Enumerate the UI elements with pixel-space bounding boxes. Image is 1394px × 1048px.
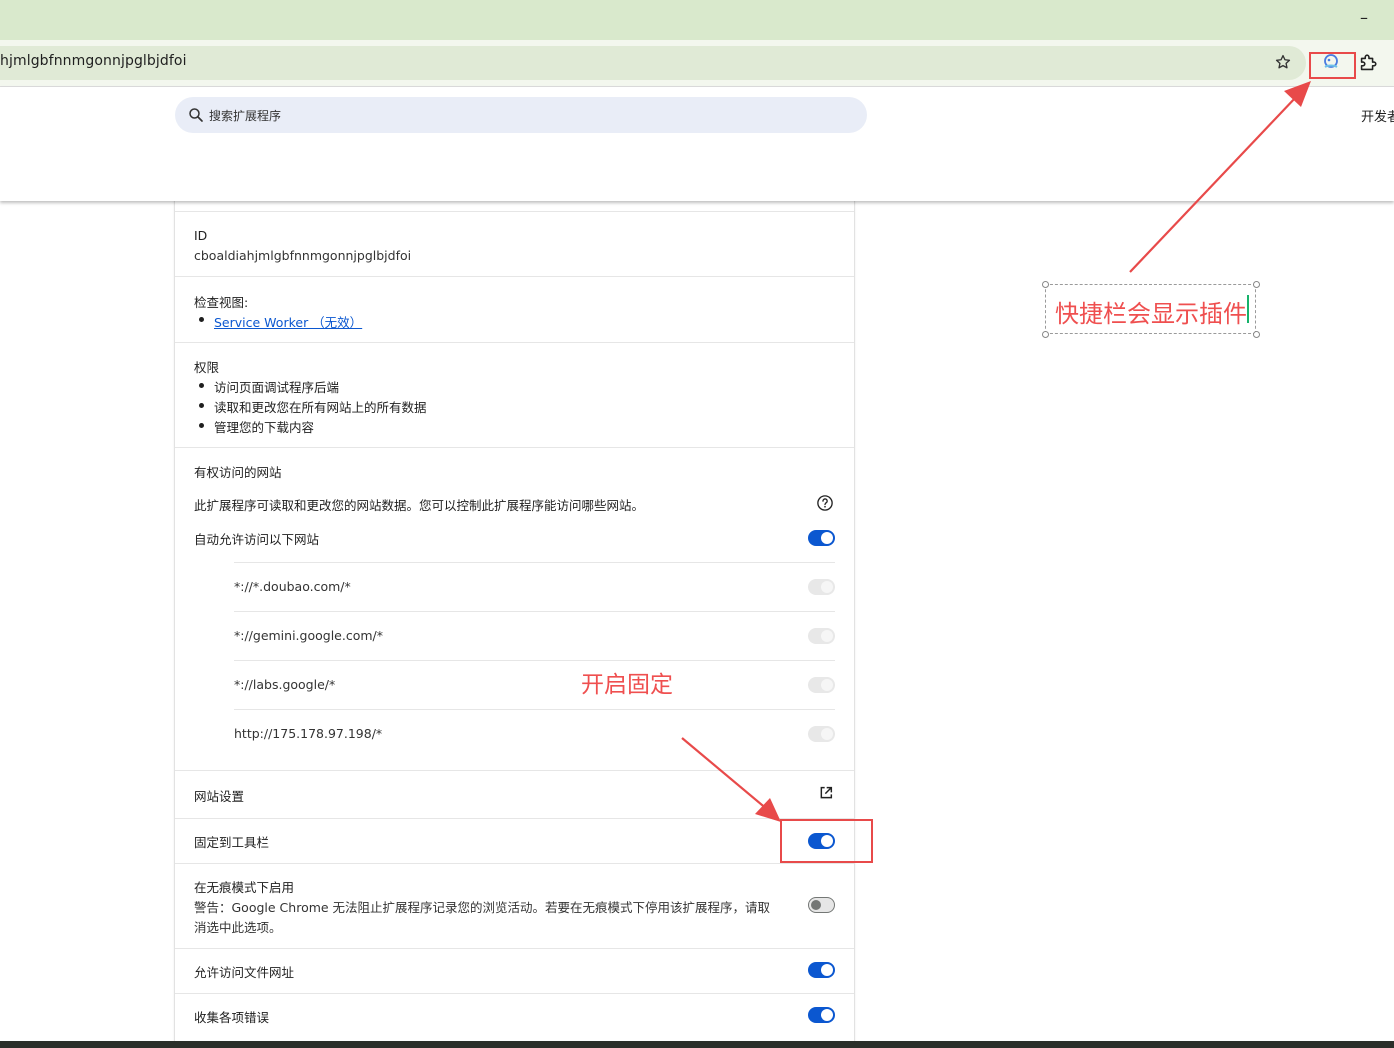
permissions-label: 权限: [194, 360, 220, 375]
site-entry: *://labs.google/*: [234, 677, 336, 692]
incognito-label: 在无痕模式下启用: [194, 880, 295, 895]
text-caret: [1247, 295, 1249, 323]
site-toggle: [808, 628, 835, 644]
incognito-toggle[interactable]: [808, 897, 835, 913]
inspect-views-label: 检查视图:: [194, 295, 249, 310]
site-entry: *://gemini.google.com/*: [234, 628, 383, 643]
incognito-warning: 警告：Google Chrome 无法阻止扩展程序记录您的浏览活动。若要在无痕模…: [194, 900, 771, 915]
annotation-box-pin: [780, 819, 873, 863]
site-toggle: [808, 677, 835, 693]
resize-handle[interactable]: [1253, 331, 1260, 338]
site-entry: http://175.178.97.198/*: [234, 726, 383, 741]
browser-titlebar: –: [0, 0, 1394, 40]
id-section: ID cboaldiahjmlgbfnnmgonnjpglbjdfoi: [175, 211, 854, 276]
divider: [234, 660, 835, 661]
site-access-section: 有权访问的网站 此扩展程序可读取和更改您的网站数据。您可以控制此扩展程序能访问哪…: [175, 447, 854, 770]
resize-handle[interactable]: [1253, 281, 1260, 288]
search-placeholder: 搜索扩展程序: [209, 109, 282, 123]
developer-mode-label[interactable]: 开发者: [1361, 106, 1394, 125]
site-access-description: 此扩展程序可读取和更改您的网站数据。您可以控制此扩展程序能访问哪些网站。: [194, 498, 645, 513]
inspect-views-section: 检查视图: Service Worker （无效）: [175, 276, 854, 342]
permission-item: 读取和更改您在所有网站上的所有数据: [214, 400, 427, 415]
annotation-box-toolbar: [1309, 52, 1356, 79]
id-label: ID: [194, 228, 208, 243]
collect-errors-toggle[interactable]: [808, 1007, 835, 1023]
annotation-pin-note: 开启固定: [581, 672, 673, 698]
divider: [234, 562, 835, 563]
address-bar[interactable]: hjmlgbfnnmgonnjpglbjdfoi: [0, 46, 1306, 80]
bullet: [199, 423, 204, 428]
auto-allow-toggle[interactable]: [808, 530, 835, 546]
service-worker-link[interactable]: Service Worker （无效）: [214, 312, 362, 331]
collect-errors-label: 收集各项错误: [194, 1010, 270, 1025]
url-text: hjmlgbfnnmgonnjpglbjdfoi: [0, 53, 187, 69]
incognito-row: 在无痕模式下启用 警告：Google Chrome 无法阻止扩展程序记录您的浏览…: [175, 863, 854, 948]
help-icon[interactable]: [816, 494, 834, 512]
bullet: [199, 403, 204, 408]
incognito-warning: 消选中此选项。: [194, 920, 282, 935]
pin-toolbar-row: 固定到工具栏: [175, 818, 854, 863]
divider: [234, 611, 835, 612]
auto-allow-label: 自动允许访问以下网站: [194, 532, 320, 547]
extensions-puzzle-icon[interactable]: [1357, 52, 1379, 74]
extensions-header: 搜索扩展程序 开发者: [0, 87, 1394, 201]
search-icon: [189, 108, 203, 122]
file-urls-row: 允许访问文件网址: [175, 948, 854, 993]
permission-item: 访问页面调试程序后端: [214, 380, 340, 395]
bullet: [199, 317, 204, 322]
extension-detail-card: ID cboaldiahjmlgbfnnmgonnjpglbjdfoi 检查视图…: [174, 190, 855, 1048]
external-link-icon[interactable]: [818, 785, 834, 801]
annotation-toolbar-note: 快捷栏会显示插件: [1055, 300, 1247, 328]
site-settings-row[interactable]: 网站设置: [175, 770, 854, 818]
bullet: [199, 383, 204, 388]
permission-item: 管理您的下载内容: [214, 420, 315, 435]
id-value: cboaldiahjmlgbfnnmgonnjpglbjdfoi: [194, 248, 412, 263]
pin-toolbar-label: 固定到工具栏: [194, 835, 270, 850]
minimize-button[interactable]: –: [1360, 8, 1372, 28]
site-toggle: [808, 726, 835, 742]
permissions-section: 权限 访问页面调试程序后端 读取和更改您在所有网站上的所有数据 管理您的下载内容: [175, 342, 854, 447]
taskbar: [0, 1041, 1394, 1048]
file-urls-toggle[interactable]: [808, 962, 835, 978]
star-icon[interactable]: [1274, 53, 1292, 71]
search-input[interactable]: 搜索扩展程序: [175, 97, 867, 133]
resize-handle[interactable]: [1042, 331, 1049, 338]
divider: [234, 709, 835, 710]
site-settings-label: 网站设置: [194, 789, 245, 804]
file-urls-label: 允许访问文件网址: [194, 965, 295, 980]
site-access-label: 有权访问的网站: [194, 465, 282, 480]
resize-handle[interactable]: [1042, 281, 1049, 288]
site-toggle: [808, 579, 835, 595]
collect-errors-row: 收集各项错误: [175, 993, 854, 1048]
site-entry: *://*.doubao.com/*: [234, 579, 351, 594]
browser-toolbar: hjmlgbfnnmgonnjpglbjdfoi: [0, 40, 1394, 87]
